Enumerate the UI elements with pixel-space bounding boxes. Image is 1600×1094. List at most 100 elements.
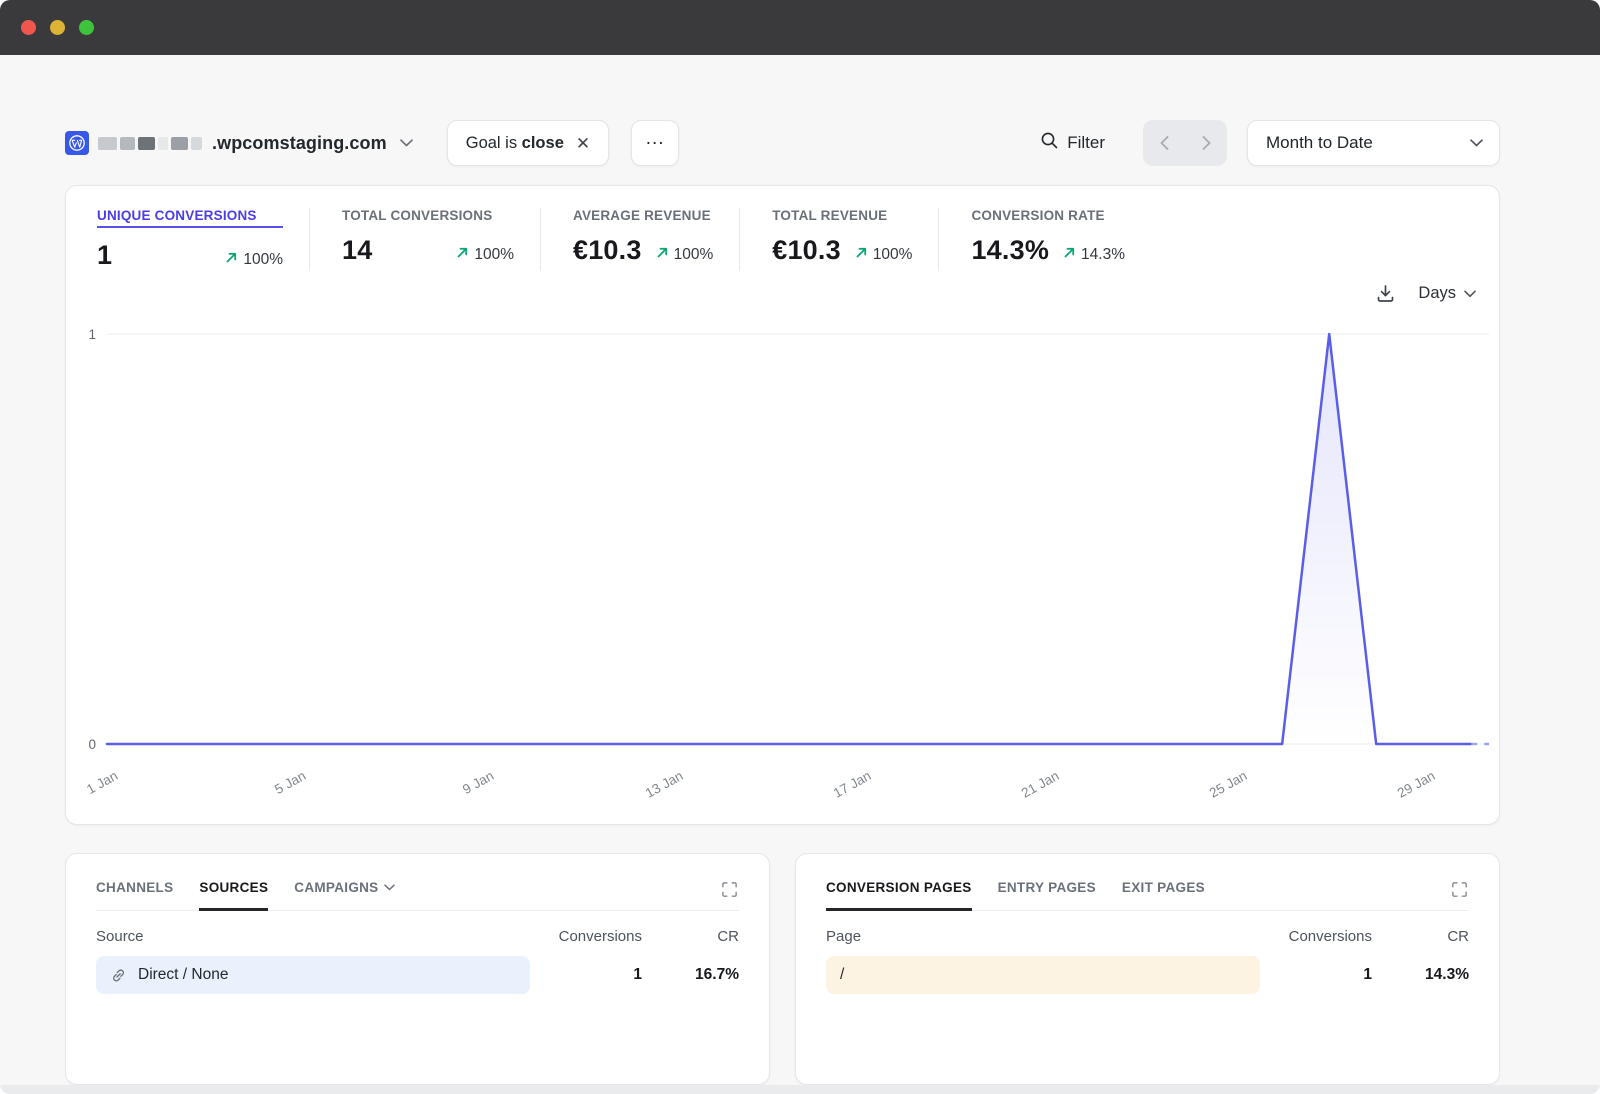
tab-sources[interactable]: SOURCES — [199, 880, 268, 911]
metric-value: €10.3 — [772, 235, 841, 266]
trend-value: 100% — [674, 246, 714, 264]
source-cr: 16.7% — [642, 966, 739, 984]
remove-filter-icon[interactable]: ✕ — [576, 135, 590, 152]
chevron-down-icon — [384, 884, 395, 891]
metric-total-conversions[interactable]: TOTAL CONVERSIONS 14 100% — [309, 208, 540, 271]
metric-label: AVERAGE REVENUE — [573, 208, 713, 223]
source-name: Direct / None — [138, 966, 228, 984]
metric-conversion-rate[interactable]: CONVERSION RATE 14.3% 14.3% — [938, 208, 1151, 271]
expand-panel-icon[interactable] — [1450, 880, 1469, 910]
trend-up-icon — [1063, 246, 1076, 264]
next-period-button[interactable] — [1185, 120, 1227, 166]
x-axis-tick-label: 5 Jan — [272, 768, 308, 797]
trend-up-icon — [456, 246, 469, 264]
goal-filter-text: Goal is close — [466, 134, 564, 153]
source-share-bar: Direct / None — [96, 956, 530, 994]
chart-toolbar: Days — [1375, 283, 1476, 304]
zoom-window-button[interactable] — [79, 20, 94, 35]
column-page: Page — [826, 928, 1260, 945]
table-row[interactable]: / 1 14.3% — [826, 956, 1469, 994]
x-axis-tick-label: 29 Jan — [1395, 768, 1438, 801]
wordpress-icon — [65, 131, 89, 155]
x-axis-tick-label: 25 Jan — [1207, 768, 1250, 801]
tab-campaigns[interactable]: CAMPAIGNS — [294, 880, 395, 911]
metric-label: UNIQUE CONVERSIONS — [97, 208, 283, 228]
redacted-site-name — [98, 137, 202, 150]
x-axis-tick-label: 13 Jan — [643, 768, 686, 801]
interval-select[interactable]: Days — [1418, 284, 1476, 303]
tab-exit-pages[interactable]: EXIT PAGES — [1122, 880, 1205, 911]
metric-trend: 100% — [656, 246, 714, 264]
tab-campaigns-label: CAMPAIGNS — [294, 880, 378, 895]
metrics-row: UNIQUE CONVERSIONS 1 100% TOTAL CONVERSI… — [66, 186, 1499, 271]
page-conversions: 1 — [1260, 966, 1372, 984]
close-window-button[interactable] — [21, 20, 36, 35]
y-axis-tick-label: 1 — [70, 327, 96, 342]
chevron-down-icon — [1464, 284, 1476, 303]
chart-svg — [107, 334, 1489, 744]
minimize-window-button[interactable] — [50, 20, 65, 35]
trend-value: 100% — [873, 246, 913, 264]
metric-trend: 100% — [225, 251, 283, 269]
site-domain: .wpcomstaging.com — [212, 133, 387, 154]
pages-panel-tabs: CONVERSION PAGES ENTRY PAGES EXIT PAGES — [826, 880, 1469, 911]
column-cr: CR — [1372, 928, 1469, 945]
conversions-card: UNIQUE CONVERSIONS 1 100% TOTAL CONVERSI… — [65, 185, 1500, 825]
source-conversions: 1 — [530, 966, 642, 984]
x-axis-tick-label: 1 Jan — [84, 768, 120, 797]
filter-button[interactable]: Filter — [1040, 131, 1105, 155]
metric-total-revenue[interactable]: TOTAL REVENUE €10.3 100% — [739, 208, 938, 271]
tab-conversion-pages[interactable]: CONVERSION PAGES — [826, 880, 972, 911]
column-conversions: Conversions — [1260, 928, 1372, 945]
column-cr: CR — [642, 928, 739, 945]
metric-average-revenue[interactable]: AVERAGE REVENUE €10.3 100% — [540, 208, 739, 271]
goal-filter-value: close — [522, 134, 564, 152]
x-axis-tick-label: 21 Jan — [1019, 768, 1062, 801]
expand-panel-icon[interactable] — [720, 880, 739, 910]
metric-value: 14.3% — [971, 235, 1049, 266]
metric-value: €10.3 — [573, 235, 642, 266]
date-range-select[interactable]: Month to Date — [1247, 120, 1500, 166]
metric-value: 14 — [342, 235, 372, 266]
interval-value: Days — [1418, 284, 1456, 303]
sources-panel: CHANNELS SOURCES CAMPAIGNS Source Conver… — [65, 853, 770, 1085]
download-chart-icon[interactable] — [1375, 283, 1396, 304]
window-titlebar — [0, 0, 1600, 55]
pages-panel: CONVERSION PAGES ENTRY PAGES EXIT PAGES … — [795, 853, 1500, 1085]
trend-value: 14.3% — [1081, 246, 1125, 264]
goal-filter-prefix: Goal is — [466, 134, 522, 152]
link-icon — [110, 967, 127, 984]
x-axis: 1 Jan 5 Jan 9 Jan 13 Jan 17 Jan 21 Jan 2… — [107, 754, 1489, 804]
site-selector[interactable]: .wpcomstaging.com — [65, 131, 413, 155]
metric-value: 1 — [97, 240, 112, 271]
trend-up-icon — [656, 246, 669, 264]
x-axis-tick-label: 9 Jan — [460, 768, 496, 797]
chevron-down-icon — [1470, 139, 1483, 147]
metric-label: CONVERSION RATE — [971, 208, 1125, 223]
series-area-fill — [107, 334, 1470, 744]
page-cr: 14.3% — [1372, 966, 1469, 984]
more-options-button[interactable]: ... — [631, 120, 679, 166]
tab-channels[interactable]: CHANNELS — [96, 880, 173, 911]
previous-period-button[interactable] — [1143, 120, 1185, 166]
goal-filter-chip[interactable]: Goal is close ✕ — [447, 120, 609, 166]
filter-label: Filter — [1067, 133, 1105, 153]
dashboard-page: .wpcomstaging.com Goal is close ✕ ... Fi… — [0, 120, 1600, 1085]
tab-entry-pages[interactable]: ENTRY PAGES — [998, 880, 1096, 911]
page-share-bar: / — [826, 956, 1260, 994]
bottom-panels: CHANNELS SOURCES CAMPAIGNS Source Conver… — [65, 853, 1500, 1085]
trend-value: 100% — [243, 251, 283, 269]
trend-value: 100% — [474, 246, 514, 264]
sources-panel-tabs: CHANNELS SOURCES CAMPAIGNS — [96, 880, 739, 911]
page-path: / — [840, 966, 844, 984]
metric-trend: 100% — [456, 246, 514, 264]
chevron-down-icon — [400, 139, 413, 147]
trend-up-icon — [855, 246, 868, 264]
metric-label: TOTAL CONVERSIONS — [342, 208, 514, 223]
metric-unique-conversions[interactable]: UNIQUE CONVERSIONS 1 100% — [97, 208, 309, 271]
metric-trend: 14.3% — [1063, 246, 1125, 264]
sources-table-header: Source Conversions CR — [96, 928, 739, 945]
table-row[interactable]: Direct / None 1 16.7% — [96, 956, 739, 994]
metric-label: TOTAL REVENUE — [772, 208, 912, 223]
date-pager — [1143, 120, 1227, 166]
